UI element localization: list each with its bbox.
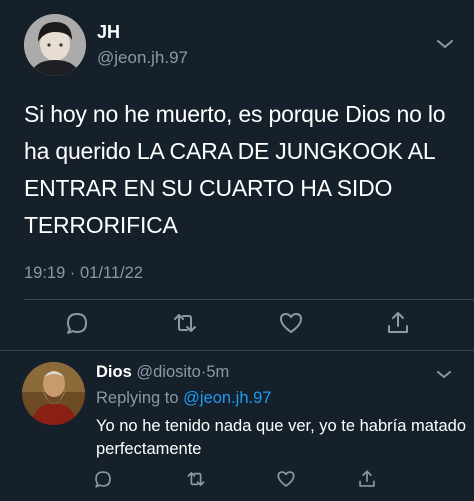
comment-icon[interactable] [64,310,90,336]
retweet-icon[interactable] [172,310,198,336]
replying-to: Replying to @jeon.jh.97 [96,389,271,408]
reply-author-handle[interactable]: @diosito [136,363,200,381]
heart-icon[interactable] [278,310,304,336]
author-handle[interactable]: @jeon.jh.97 [97,48,188,68]
tweet-text: Si hoy no he muerto, es porque Dios no l… [24,101,446,238]
reply-text: Yo no he tenido nada que ver, yo te habr… [96,417,467,458]
share-icon[interactable] [357,469,377,489]
main-tweet: JH @jeon.jh.97 Si hoy no he muerto, es p… [0,0,474,350]
reply-header: Dios @diosito·5m [96,363,229,382]
comment-icon[interactable] [93,469,113,489]
share-icon[interactable] [385,310,411,336]
tweet-time: 19:19 [24,264,66,282]
chevron-down-icon[interactable] [436,38,454,50]
meta-separator: · [69,264,76,282]
heart-icon[interactable] [276,469,296,489]
avatar[interactable] [22,362,85,425]
author-name[interactable]: JH [97,22,120,43]
reply-age: 5m [206,363,230,381]
replying-prefix: Replying to [96,389,179,407]
replying-to-mention[interactable]: @jeon.jh.97 [183,389,271,407]
chevron-down-icon[interactable] [436,369,452,380]
tweet-timestamp[interactable]: 19:19 · 01/11/22 [24,264,143,283]
tweet-actions [0,300,474,350]
retweet-icon[interactable] [186,469,206,489]
tweet-date: 01/11/22 [79,264,143,282]
reply-tweet[interactable]: Dios @diosito·5m Replying to @jeon.jh.97… [0,351,474,501]
avatar[interactable] [24,14,86,76]
reply-author-name[interactable]: Dios [96,363,132,381]
